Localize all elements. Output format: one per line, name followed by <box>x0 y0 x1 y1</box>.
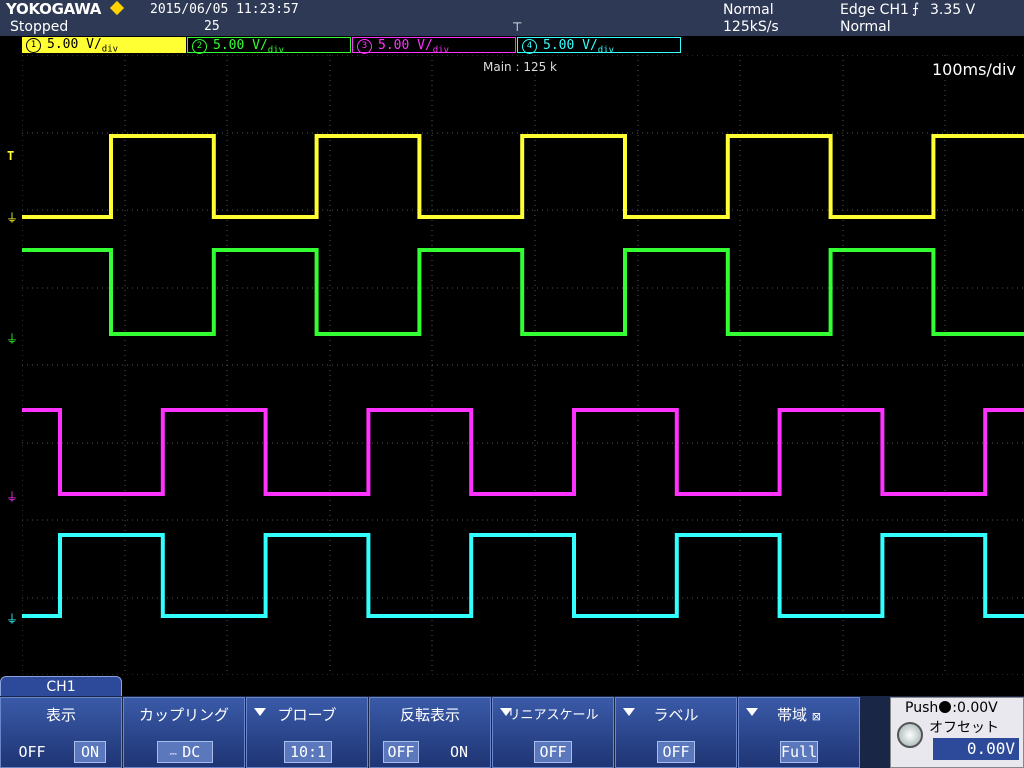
offset-value-field[interactable]: 0.00V <box>933 738 1019 760</box>
waveform-display[interactable] <box>22 55 1024 675</box>
push-text: Push <box>905 700 939 716</box>
channel-scale: 5.00 V <box>47 37 94 52</box>
brand-logo: YOKOGAWA <box>6 0 102 18</box>
channel-number: 1 <box>26 38 41 53</box>
channel-1-ground-icon: ⏚ <box>6 211 19 225</box>
rotary-knob-icon <box>897 722 923 748</box>
push-value: :0.00V <box>952 700 998 716</box>
channel-scale: 5.00 V <box>543 38 590 53</box>
coupling-symbol-icon: ⎓ <box>169 750 183 760</box>
menu-label: プローブ <box>277 706 337 724</box>
channel-number: 3 <box>357 39 372 54</box>
label-text: 帯域 <box>776 706 807 724</box>
menu-label: ラベル <box>653 706 699 724</box>
value-text: DC <box>182 743 201 761</box>
channel-unit: div <box>101 44 119 55</box>
trigger-level-marker-icon: T <box>7 149 15 163</box>
coupling-button[interactable]: カップリング ⎓ DC <box>123 697 245 768</box>
filter-icon: ⊠ <box>811 710 821 723</box>
option-on: ON <box>449 743 469 761</box>
main-record-length: Main : 125 k <box>480 60 560 74</box>
menu-label: 表示 <box>45 706 76 724</box>
menu-tab-ch1[interactable]: CH1 <box>0 676 122 696</box>
channel-number: 4 <box>522 39 537 54</box>
channel-number: 2 <box>192 39 207 54</box>
trigger-source: Edge CH1 <box>840 2 909 18</box>
acquisition-mode: Normal <box>723 2 774 18</box>
channel-scale: 5.00 V <box>213 38 260 53</box>
menu-label: リニアスケール <box>507 708 599 723</box>
invert-toggle-button[interactable]: 反転表示 OFF ON <box>369 697 491 768</box>
label-button[interactable]: ラベル OFF <box>615 697 737 768</box>
channel-2-ground-icon: ⏚ <box>6 332 19 346</box>
option-off: OFF <box>383 741 419 763</box>
probe-button[interactable]: プローブ 10:1 <box>246 697 368 768</box>
menu-label: 反転表示 <box>399 706 460 724</box>
channel-3-ground-icon: ⏚ <box>6 490 19 504</box>
run-status: Stopped <box>10 19 69 35</box>
offset-label: オフセット <box>929 720 999 736</box>
option-on: ON <box>74 741 106 763</box>
brand-diamond-icon <box>109 0 125 16</box>
trigger-level: 3.35 V <box>930 2 976 18</box>
label-value: OFF <box>657 741 695 763</box>
menu-label: 帯域 ⊠ <box>739 704 859 725</box>
channel-3-tag[interactable]: 3 5.00 V/div <box>352 37 516 56</box>
linear-scale-value: OFF <box>534 741 572 763</box>
display-toggle-button[interactable]: 表示 OFF ON <box>0 697 122 768</box>
knob-press-icon <box>939 701 952 713</box>
probe-value: 10:1 <box>284 741 332 763</box>
bandwidth-value: Full <box>780 741 818 763</box>
bandwidth-button[interactable]: 帯域 ⊠ Full <box>738 697 860 768</box>
offset-control[interactable]: Push :0.00V オフセット 0.00V <box>890 697 1024 768</box>
channel-4-tag[interactable]: 4 5.00 V/div <box>517 37 681 56</box>
channel-1-tag[interactable]: 1 5.00 V/div <box>22 37 186 55</box>
status-bar: YOKOGAWA Stopped 2015/06/05 11:23:57 25 … <box>0 0 1024 36</box>
option-off: OFF <box>18 743 46 761</box>
channel-4-ground-icon: ⏚ <box>6 612 19 626</box>
sample-rate: 125kS/s <box>723 19 779 35</box>
datetime: 2015/06/05 11:23:57 <box>150 2 299 17</box>
linear-scale-button[interactable]: リニアスケール OFF <box>492 697 614 768</box>
channel-scale: 5.00 V <box>378 38 425 53</box>
trigger-position-icon: ⊤ <box>512 20 523 34</box>
push-hint: Push :0.00V <box>905 700 998 716</box>
coupling-value: ⎓ DC <box>157 741 213 763</box>
rising-edge-icon: ⨍ <box>912 1 920 17</box>
acquisition-count: 25 <box>204 19 220 34</box>
trigger-mode: Normal <box>840 19 891 35</box>
timebase-readout: 100ms/div <box>930 60 1018 79</box>
channel-2-tag[interactable]: 2 5.00 V/div <box>187 37 351 56</box>
menu-label: カップリング <box>138 706 229 724</box>
